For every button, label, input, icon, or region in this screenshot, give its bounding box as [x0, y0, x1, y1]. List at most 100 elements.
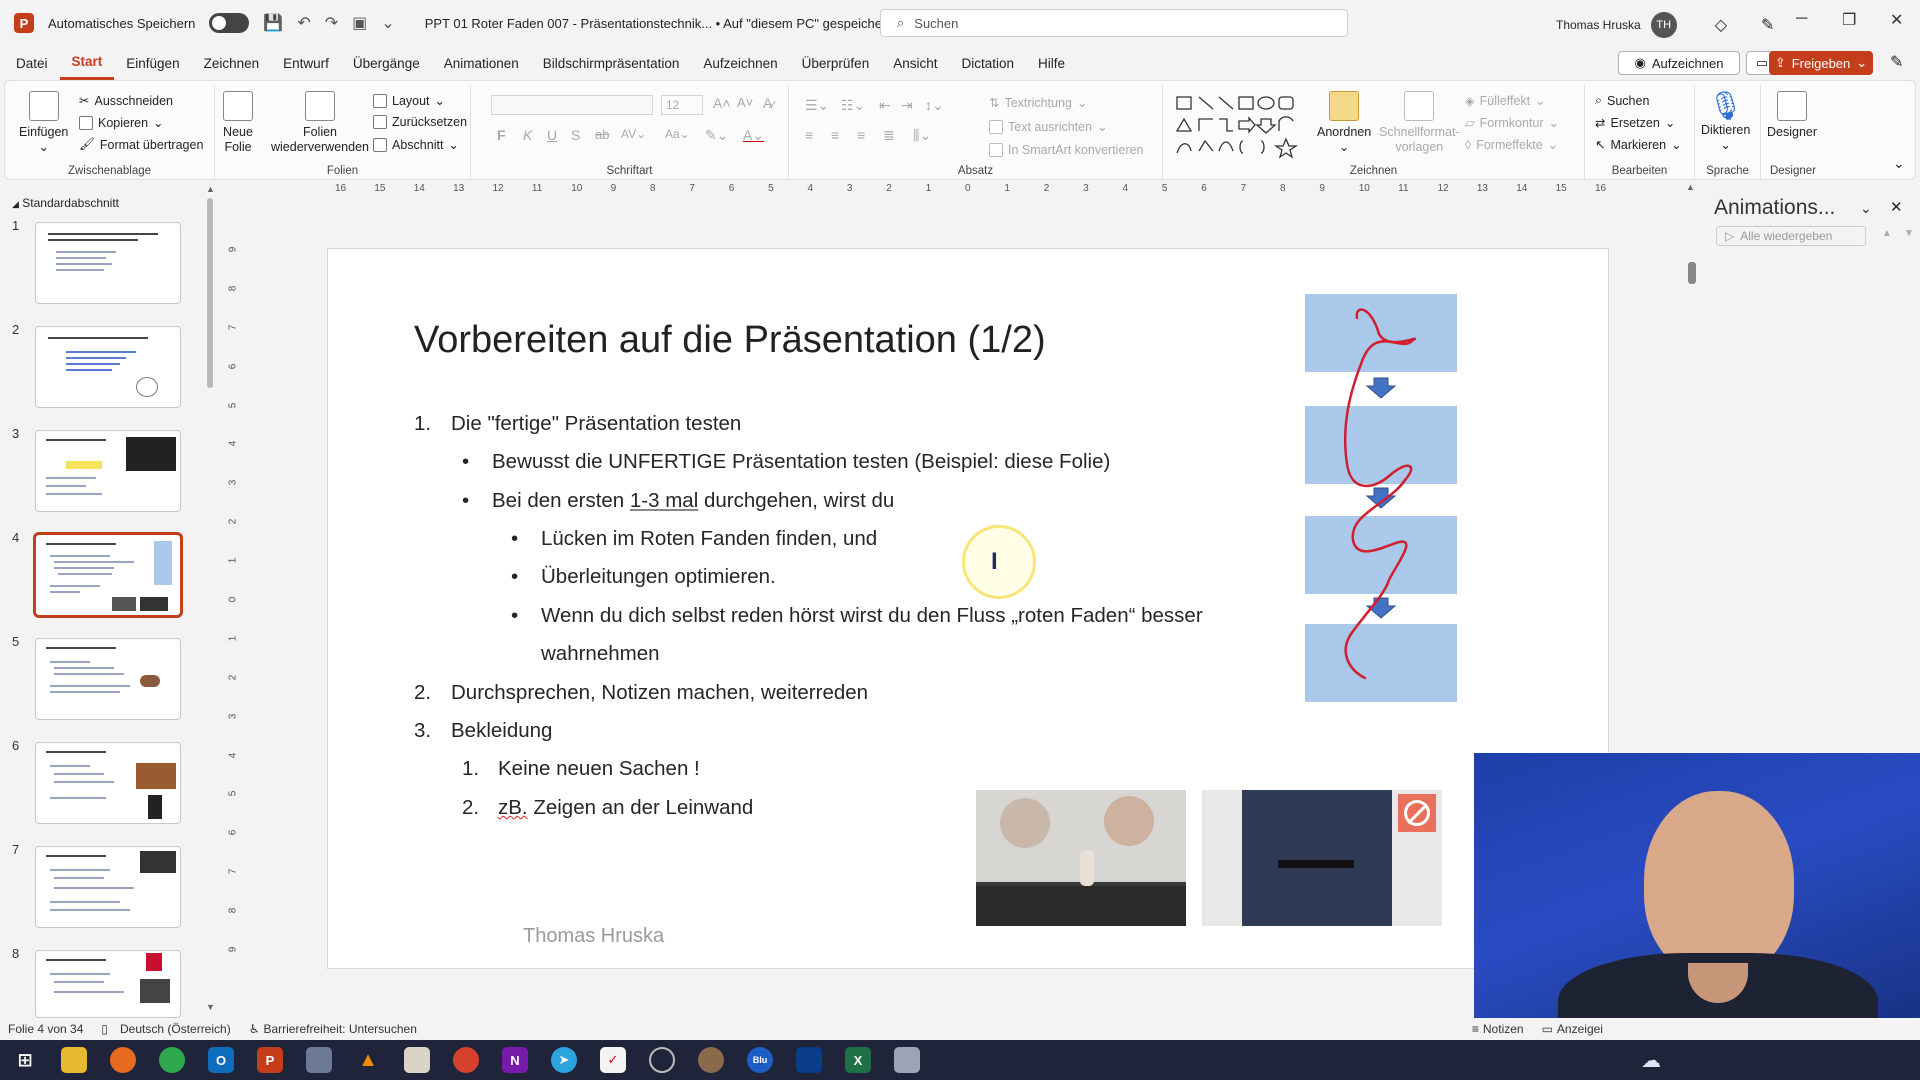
document-title[interactable]: PPT 01 Roter Faden 007 - Präsentationste…: [425, 16, 890, 31]
accessibility-icon[interactable]: ♿: [249, 1022, 260, 1036]
bold-button[interactable]: F: [497, 127, 506, 143]
smartart-button[interactable]: In SmartArt konvertieren: [989, 143, 1143, 157]
bullets-icon[interactable]: ☰⌄: [805, 97, 829, 114]
firefox-icon[interactable]: [110, 1047, 136, 1073]
arrange-button[interactable]: Anordnen ⌄: [1317, 91, 1371, 155]
spellcheck-icon[interactable]: ▯: [101, 1022, 108, 1036]
display-settings-button[interactable]: Anzeigei: [1557, 1022, 1603, 1036]
list-item[interactable]: Durchsprechen, Notizen machen, weiterred…: [451, 681, 868, 705]
underline-button[interactable]: U: [547, 127, 557, 143]
editor-scrollbar-thumb[interactable]: [1688, 262, 1696, 284]
slide-thumbnail-8[interactable]: [35, 950, 181, 1018]
new-slide-button[interactable]: Neue Folie: [223, 91, 253, 155]
font-color-icon[interactable]: A⌄: [743, 127, 764, 144]
onenote-icon[interactable]: N: [502, 1047, 528, 1073]
telegram-icon[interactable]: ➤: [551, 1047, 577, 1073]
app-icon[interactable]: [796, 1047, 822, 1073]
scroll-up-icon[interactable]: ▲: [1686, 182, 1695, 192]
line-spacing-icon[interactable]: ↕⌄: [925, 97, 944, 114]
change-case-icon[interactable]: Aa⌄: [665, 127, 690, 141]
tab-animationen[interactable]: Animationen: [432, 46, 531, 80]
accessibility-status[interactable]: Barrierefreiheit: Untersuchen: [263, 1022, 416, 1036]
shapes-gallery[interactable]: [1173, 93, 1313, 159]
list-item[interactable]: Lücken im Roten Fanden finden, und: [541, 527, 877, 551]
collapse-ribbon-icon[interactable]: ⌄: [1893, 155, 1905, 172]
increase-indent-icon[interactable]: ⇥: [901, 97, 913, 114]
app-icon[interactable]: [894, 1047, 920, 1073]
app-icon[interactable]: [698, 1047, 724, 1073]
present-icon[interactable]: ▣: [352, 13, 367, 33]
tab-entwurf[interactable]: Entwurf: [271, 46, 341, 80]
play-all-button[interactable]: ▷ Alle wiedergeben: [1716, 226, 1866, 246]
clear-format-icon[interactable]: A̷: [763, 95, 772, 111]
windows-start-icon[interactable]: ⊞: [12, 1047, 38, 1073]
justify-icon[interactable]: ≣: [883, 127, 895, 144]
redo-icon[interactable]: ↷: [325, 13, 338, 33]
quick-styles-button[interactable]: Schnellformat-vorlagen: [1379, 91, 1460, 155]
font-name-select[interactable]: [491, 95, 653, 115]
notes-button[interactable]: Notizen: [1483, 1022, 1524, 1036]
thumbnail-scrollbar[interactable]: ▲ ▼: [206, 184, 215, 1018]
slide-thumbnail-3[interactable]: [35, 430, 181, 512]
tab-aufzeichnen[interactable]: Aufzeichnen: [691, 46, 789, 80]
slide-thumbnail-7[interactable]: [35, 846, 181, 928]
tab-hilfe[interactable]: Hilfe: [1026, 46, 1077, 80]
shrink-font-icon[interactable]: A˅: [737, 95, 753, 110]
numbering-icon[interactable]: ☷⌄: [841, 97, 865, 114]
app-icon[interactable]: [306, 1047, 332, 1073]
app-icon[interactable]: [453, 1047, 479, 1073]
select-button[interactable]: ↖ Markieren ⌄: [1595, 137, 1682, 153]
slide-title[interactable]: Vorbereiten auf die Präsentation (1/2): [414, 319, 1046, 362]
dictate-button[interactable]: 🎙 Diktieren ⌄: [1701, 89, 1750, 153]
tab-ansicht[interactable]: Ansicht: [881, 46, 949, 80]
share-button[interactable]: ⇪ Freigeben ⌄: [1769, 51, 1873, 75]
customize-qat-icon[interactable]: ⌄: [381, 13, 394, 33]
strikethrough-icon[interactable]: ab: [595, 127, 609, 142]
align-right-icon[interactable]: ≡: [857, 127, 865, 143]
slide-footer[interactable]: Thomas Hruska: [523, 925, 664, 948]
red-thread-graphic[interactable]: [1305, 294, 1457, 702]
list-item[interactable]: Wenn du dich selbst reden hörst wirst du…: [541, 604, 1203, 628]
presentation-photo[interactable]: [976, 790, 1186, 926]
display-settings-icon[interactable]: ▭: [1542, 1022, 1553, 1036]
minimize-icon[interactable]: ─: [1796, 10, 1807, 28]
section-header[interactable]: ◢ Standardabschnitt: [12, 196, 119, 210]
list-item[interactable]: Bekleidung: [451, 719, 552, 743]
list-item[interactable]: zB. Zeigen an der Leinwand: [498, 796, 753, 820]
slide-canvas[interactable]: Vorbereiten auf die Präsentation (1/2) 1…: [327, 248, 1609, 969]
align-center-icon[interactable]: ≡: [831, 127, 839, 143]
find-button[interactable]: ⌕ Suchen: [1595, 93, 1649, 108]
record-button[interactable]: ◉ Aufzeichnen: [1618, 51, 1740, 75]
character-spacing-icon[interactable]: AV⌄: [621, 127, 646, 141]
weather-icon[interactable]: ☁: [1638, 1047, 1664, 1073]
slide-thumbnail-2[interactable]: [35, 326, 181, 408]
shadow-button[interactable]: S: [571, 127, 580, 143]
designer-button[interactable]: Designer: [1767, 91, 1817, 140]
outlook-icon[interactable]: O: [208, 1047, 234, 1073]
search-box[interactable]: ⌕ Suchen: [880, 9, 1348, 37]
scrollbar-thumb[interactable]: [207, 198, 213, 388]
tab-bildschirmpraesentation[interactable]: Bildschirmpräsentation: [531, 46, 692, 80]
app-icon[interactable]: [404, 1047, 430, 1073]
app-icon[interactable]: ✓: [600, 1047, 626, 1073]
cut-button[interactable]: ✂ Ausschneiden: [79, 93, 173, 109]
slide-counter[interactable]: Folie 4 von 34: [8, 1022, 83, 1036]
app-icon[interactable]: Blu: [747, 1047, 773, 1073]
powerpoint-icon[interactable]: P: [257, 1047, 283, 1073]
slide-thumbnail-5[interactable]: [35, 638, 181, 720]
copilot-icon[interactable]: ✎: [1890, 52, 1903, 72]
close-pane-icon[interactable]: ✕: [1890, 198, 1903, 216]
paste-button[interactable]: Einfügen ⌄: [19, 91, 68, 155]
shape-effects-button[interactable]: ◊ Formeffekte ⌄: [1465, 137, 1558, 153]
move-up-icon[interactable]: ▲: [1882, 228, 1892, 239]
italic-button[interactable]: K: [523, 127, 532, 143]
clothing-photo[interactable]: [1202, 790, 1442, 926]
undo-icon[interactable]: ↶: [297, 13, 310, 33]
list-item[interactable]: Überleitungen optimieren.: [541, 565, 776, 589]
file-explorer-icon[interactable]: [61, 1047, 87, 1073]
autosave-toggle[interactable]: [209, 13, 250, 33]
reset-button[interactable]: Zurücksetzen: [373, 115, 467, 129]
excel-icon[interactable]: X: [845, 1047, 871, 1073]
slide-thumbnail-1[interactable]: [35, 222, 181, 304]
align-left-icon[interactable]: ≡: [805, 127, 813, 143]
